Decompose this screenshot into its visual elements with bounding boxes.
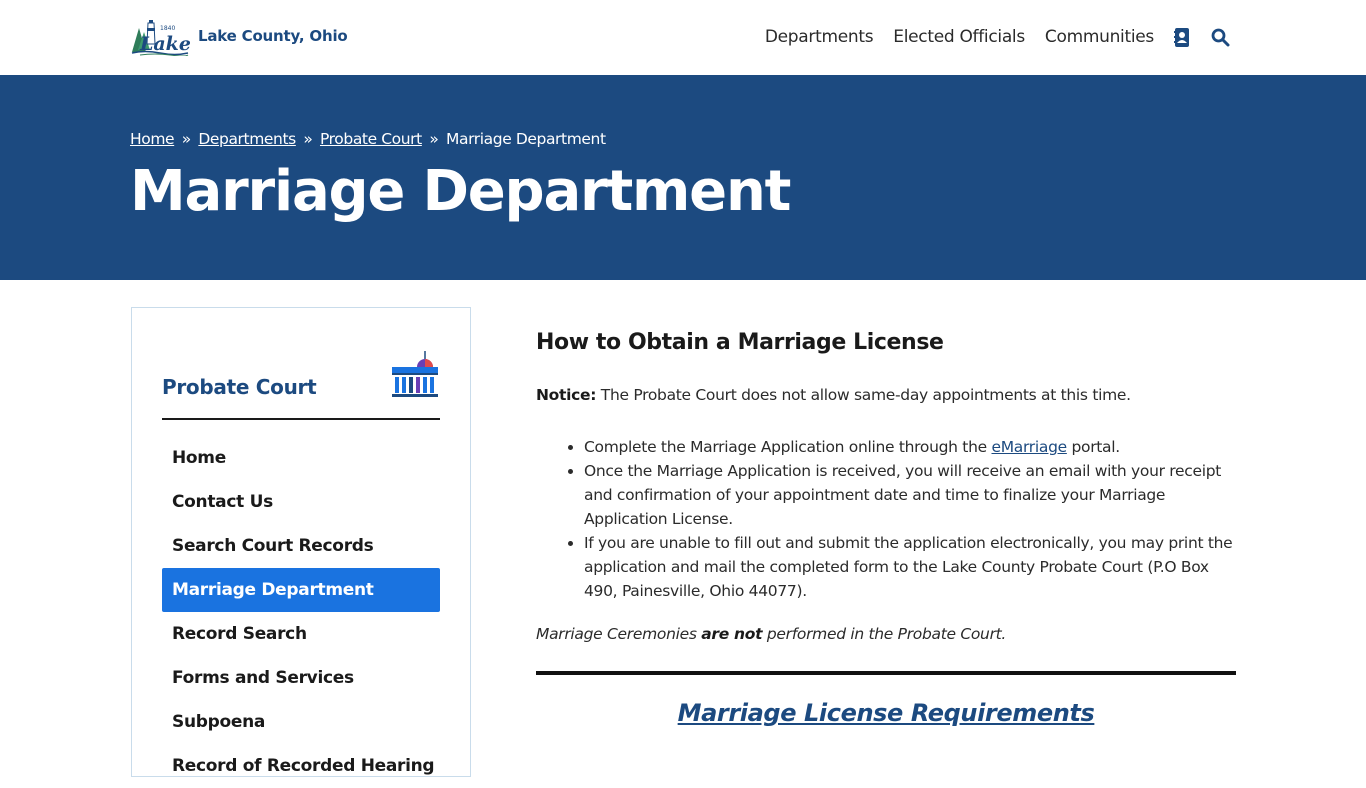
section-divider bbox=[536, 671, 1236, 675]
notice-text: The Probate Court does not allow same-da… bbox=[596, 386, 1131, 404]
sidebar-item-home[interactable]: Home bbox=[162, 436, 440, 480]
sidebar-item-contact-us[interactable]: Contact Us bbox=[162, 480, 440, 524]
ceremony-text: performed in the Probate Court. bbox=[762, 625, 1007, 643]
breadcrumb: Home » Departments » Probate Court » Mar… bbox=[130, 130, 606, 148]
svg-text:1840: 1840 bbox=[160, 25, 175, 32]
address-book-icon[interactable] bbox=[1172, 26, 1192, 48]
instructions-list: Complete the Marriage Application online… bbox=[536, 435, 1236, 603]
site-name[interactable]: Lake County, Ohio bbox=[198, 27, 348, 45]
site-header: 1840 Lake Lake County, Ohio Departments … bbox=[0, 0, 1366, 75]
notice-label: Notice: bbox=[536, 386, 597, 404]
breadcrumb-current: Marriage Department bbox=[446, 130, 606, 148]
breadcrumb-probate-court[interactable]: Probate Court bbox=[320, 130, 422, 148]
breadcrumb-home[interactable]: Home bbox=[130, 130, 175, 148]
marriage-license-requirements-link[interactable]: Marriage License Requirements bbox=[536, 699, 1236, 727]
list-item: Once the Marriage Application is receive… bbox=[584, 459, 1236, 531]
sidebar-item-subpoena[interactable]: Subpoena bbox=[162, 700, 440, 744]
sidebar-title[interactable]: Probate Court bbox=[162, 375, 317, 399]
sidebar-item-search-court-records[interactable]: Search Court Records bbox=[162, 524, 440, 568]
main-nav: Departments Elected Officials Communitie… bbox=[745, 26, 1230, 48]
sidebar-menu: Home Contact Us Search Court Records Mar… bbox=[162, 436, 440, 788]
sidebar: Probate Court Home Contact Us Search Cou… bbox=[131, 307, 471, 777]
list-item: Complete the Marriage Application online… bbox=[584, 435, 1236, 459]
sidebar-item-forms-and-services[interactable]: Forms and Services bbox=[162, 656, 440, 700]
nav-elected-officials[interactable]: Elected Officials bbox=[893, 27, 1025, 47]
lake-county-logo[interactable]: 1840 Lake bbox=[130, 14, 191, 57]
search-icon[interactable] bbox=[1210, 26, 1230, 48]
breadcrumb-separator: » bbox=[429, 130, 439, 148]
sidebar-item-record-of-recorded-hearing[interactable]: Record of Recorded Hearing bbox=[162, 744, 440, 788]
notice-paragraph: Notice: The Probate Court does not allow… bbox=[536, 385, 1236, 405]
breadcrumb-separator: » bbox=[303, 130, 313, 148]
main-content: How to Obtain a Marriage License Notice:… bbox=[536, 330, 1236, 727]
breadcrumb-separator: » bbox=[181, 130, 191, 148]
sidebar-item-marriage-department[interactable]: Marriage Department bbox=[162, 568, 440, 612]
breadcrumb-departments[interactable]: Departments bbox=[198, 130, 296, 148]
ceremony-emphasis: are not bbox=[701, 625, 763, 643]
sidebar-header: Probate Court bbox=[162, 348, 440, 420]
list-item: If you are unable to fill out and submit… bbox=[584, 531, 1236, 603]
courthouse-icon bbox=[390, 351, 440, 399]
ceremony-note: Marriage Ceremonies are not performed in… bbox=[536, 625, 1236, 643]
nav-communities[interactable]: Communities bbox=[1045, 27, 1154, 47]
section-heading: How to Obtain a Marriage License bbox=[536, 330, 944, 355]
list-item-text: portal. bbox=[1066, 438, 1120, 456]
page-banner: Home » Departments » Probate Court » Mar… bbox=[0, 75, 1366, 280]
emarriage-link[interactable]: eMarriage bbox=[991, 438, 1067, 456]
sidebar-item-record-search[interactable]: Record Search bbox=[162, 612, 440, 656]
nav-departments[interactable]: Departments bbox=[765, 27, 874, 47]
ceremony-text: Marriage Ceremonies bbox=[536, 625, 702, 643]
page-title: Marriage Department bbox=[130, 159, 791, 224]
list-item-text: Complete the Marriage Application online… bbox=[584, 438, 992, 456]
